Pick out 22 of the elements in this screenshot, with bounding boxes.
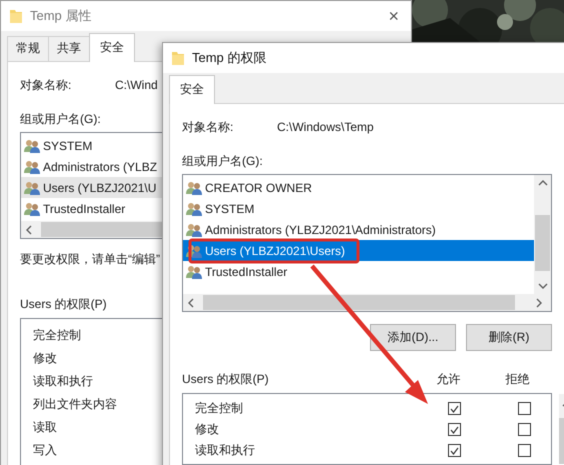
window-title: Temp 属性: [30, 7, 92, 25]
permission-name: 列出文件夹内容: [33, 396, 117, 413]
permission-name: 完全控制: [194, 400, 244, 417]
column-header: 允许: [436, 371, 462, 388]
permission-name: 修改: [194, 421, 220, 438]
permission-name: 读取: [33, 419, 57, 436]
column-header: 拒绝: [504, 371, 531, 388]
permission-name: 读取和执行: [33, 373, 93, 390]
field-label: 组或用户名(G):: [20, 111, 101, 128]
permission-name: 修改: [33, 350, 57, 367]
field-label: Users 的权限(P): [182, 371, 270, 388]
field-label: 组或用户名(G):: [182, 153, 263, 170]
object-path: C:\Windows\Temp: [277, 120, 374, 134]
field-label: 对象名称:: [182, 118, 234, 136]
permission-name: 写入: [33, 442, 57, 459]
permission-name: 读取和执行: [194, 442, 256, 459]
object-path: C:\Wind: [115, 78, 158, 92]
permission-name: 完全控制: [33, 327, 81, 344]
window-title: Temp 的权限: [192, 49, 266, 67]
hint-text: 要更改权限，请单击“编辑”: [20, 251, 160, 268]
field-label: Users 的权限(P): [20, 296, 107, 313]
field-label: 对象名称:: [20, 76, 72, 94]
